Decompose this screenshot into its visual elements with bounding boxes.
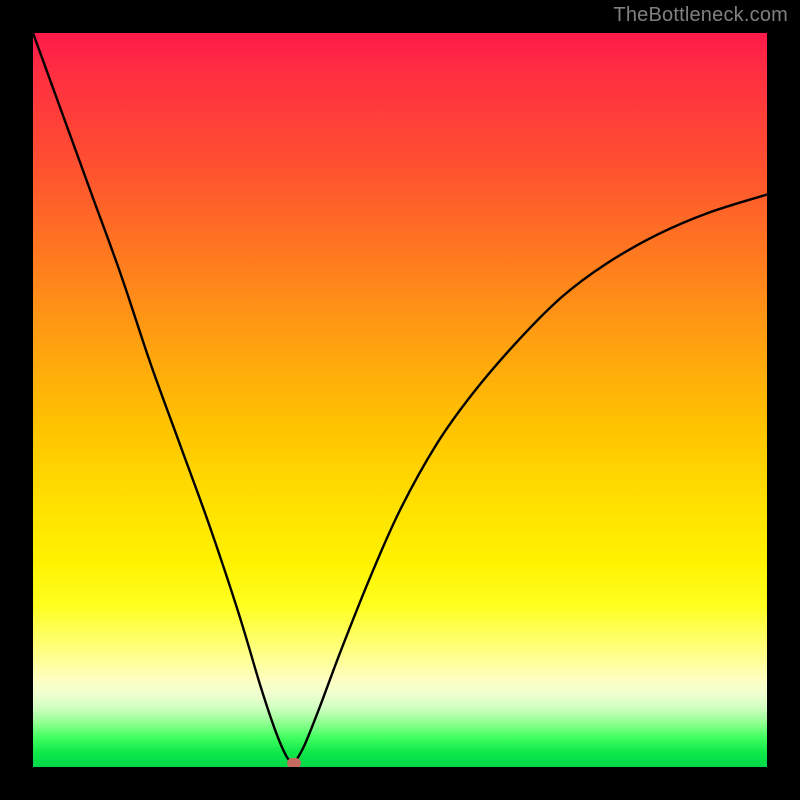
watermark-text: TheBottleneck.com [613, 4, 788, 27]
optimum-marker [287, 758, 301, 767]
bottleneck-curve [33, 33, 767, 767]
chart-frame: TheBottleneck.com [0, 0, 800, 800]
plot-area [33, 33, 767, 767]
curve-svg [33, 33, 767, 767]
